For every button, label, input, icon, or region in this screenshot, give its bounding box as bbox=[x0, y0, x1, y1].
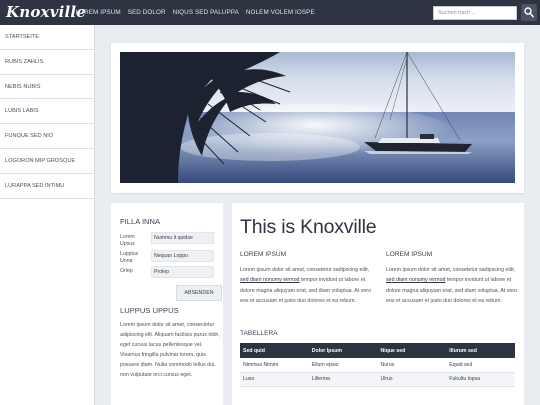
sidebar-item-lurappa-sed-intimu[interactable]: LURAPPA SED INTIMU bbox=[0, 174, 94, 199]
section-paragraph: Lorem ipsum dolor sit amet, consectetur … bbox=[120, 322, 220, 379]
table-cell: Ellum epsio bbox=[308, 358, 378, 373]
inline-link-right[interactable]: sed diam nonumy eirmod bbox=[386, 277, 445, 283]
nav-item-nolem-volem-iospe[interactable]: NOLEM VOLEM IOSPE bbox=[242, 0, 318, 25]
table-title: TABELLERA bbox=[240, 330, 278, 337]
main-nav: LOREM IPSUM SED DOLOR NIQUS SED PALUPPA … bbox=[72, 0, 318, 25]
section-title-luppus-uppus: LUPPUS UPPUS bbox=[120, 306, 179, 315]
page-title: This is Knoxville bbox=[240, 216, 377, 238]
field-input-lupplus-unna[interactable]: Nequan Loppo bbox=[151, 250, 214, 262]
table-cell: Luso bbox=[240, 372, 309, 387]
filter-panel: FILLA INNA Lorem Upsus Nummu it quidse L… bbox=[111, 203, 223, 405]
column-text-left: Lorem ipsum dolor sit amet, consetetur s… bbox=[240, 267, 372, 304]
table-header-cell: Nique sed bbox=[377, 343, 447, 358]
field-input-lorem-upsus[interactable]: Nummu it quidse bbox=[151, 232, 214, 244]
sidebar-item-funque-sed-nio[interactable]: FUNQUE SED NIO bbox=[0, 124, 94, 149]
sidebar: STARTSEITE RUBIS ZAHLIS NEBIS NUBIS LUBI… bbox=[0, 25, 95, 405]
table-header-row: Sed quid Dolor Ipsum Nique sed Illurum s… bbox=[240, 343, 515, 358]
submit-button[interactable]: ABSENDEN bbox=[176, 285, 222, 301]
table-header-cell: Illurum sed bbox=[446, 343, 515, 358]
filter-title: FILLA INNA bbox=[120, 217, 161, 226]
table-header-cell: Sed quid bbox=[240, 343, 309, 358]
main-content: This is Knoxville LOREM IPSUM Lorem ipsu… bbox=[232, 203, 524, 405]
sidebar-item-startseite[interactable]: STARTSEITE bbox=[0, 25, 94, 50]
hero-card bbox=[111, 43, 524, 193]
nav-item-niqus-sed-paluppa[interactable]: NIQUS SED PALUPPA bbox=[169, 0, 242, 25]
field-label-lupplus-unna: Lupplus Unna bbox=[120, 251, 139, 264]
table-cell: Lillerma bbox=[308, 372, 378, 387]
column-text-right: Lorem ipsum dolor sit amet, consetetur s… bbox=[386, 267, 518, 304]
search-icon bbox=[524, 7, 534, 18]
field-label-lorem-upsus: Lorem Upsus bbox=[120, 234, 135, 247]
table-row: Nimmus Nimmi Ellum epsio Nurus Equid sed bbox=[240, 358, 515, 373]
table-cell: Nimmus Nimmi bbox=[240, 358, 309, 373]
inline-link-left[interactable]: sed diam nonumy eirmod bbox=[240, 277, 299, 283]
data-table: Sed quid Dolor Ipsum Nique sed Illurum s… bbox=[240, 343, 515, 387]
field-label-orlep: Orlep bbox=[120, 268, 133, 274]
table-cell: Fukultu lopsa bbox=[446, 372, 515, 387]
top-navigation-bar: Knoxville LOREM IPSUM SED DOLOR NIQUS SE… bbox=[0, 0, 540, 25]
search-input[interactable]: Suchen nach ... bbox=[433, 6, 517, 20]
table-cell: Equid sed bbox=[446, 358, 515, 373]
table-header-cell: Dolor Ipsum bbox=[308, 343, 378, 358]
table-row: Luso Lillerma Ulrus Fukultu lopsa bbox=[240, 372, 515, 387]
sidebar-item-lubis-labis[interactable]: LUBIS LABIS bbox=[0, 99, 94, 125]
sidebar-item-nebis-nubis[interactable]: NEBIS NUBIS bbox=[0, 75, 94, 100]
nav-item-lorem-ipsum[interactable]: LOREM IPSUM bbox=[72, 0, 124, 25]
nav-item-sed-dolor[interactable]: SED DOLOR bbox=[124, 0, 169, 25]
table-cell: Nurus bbox=[377, 358, 447, 373]
sidebar-item-logoron-mip-grosque[interactable]: LOGORON MIP GROSQUE bbox=[0, 149, 94, 174]
column-heading-right: LOREM IPSUM bbox=[386, 251, 433, 258]
table-cell: Ulrus bbox=[377, 372, 447, 387]
field-input-orlep[interactable]: Prolep bbox=[151, 266, 214, 278]
sidebar-item-rubis-zahlis[interactable]: RUBIS ZAHLIS bbox=[0, 50, 94, 75]
hero-image bbox=[120, 52, 515, 183]
search-button[interactable] bbox=[521, 4, 537, 21]
column-heading-left: LOREM IPSUM bbox=[240, 251, 287, 258]
